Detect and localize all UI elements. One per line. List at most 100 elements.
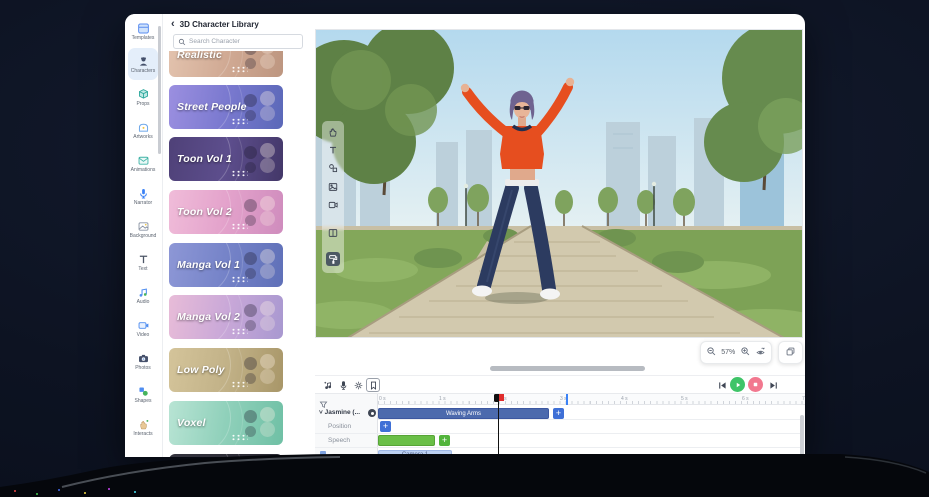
sidebar-item-label: Characters — [131, 69, 155, 74]
park-scene — [316, 30, 803, 338]
scene-viewport[interactable] — [315, 29, 803, 338]
ruler-label: 6 s — [742, 396, 749, 402]
sidebar-item-label: Props — [136, 102, 149, 107]
sidebar-item-animations[interactable]: Animations — [128, 147, 158, 179]
video-tool-icon[interactable] — [326, 198, 340, 212]
sidebar-item-narrator[interactable]: Narrator — [128, 180, 158, 212]
back-chevron-icon[interactable]: ‹ — [171, 19, 175, 29]
shapes-tool-icon[interactable] — [326, 161, 340, 175]
card-partial[interactable] — [169, 454, 283, 457]
zoom-in-icon[interactable] — [740, 344, 751, 362]
card-realistic[interactable]: Realistic — [169, 51, 283, 77]
play-button[interactable] — [730, 377, 745, 392]
sidebar-item-photos[interactable]: Photos — [128, 345, 158, 377]
search-input[interactable] — [189, 38, 298, 45]
sidebar-item-label: Artworks — [133, 135, 152, 140]
card-manga-vol-2[interactable]: Manga Vol 2 — [169, 295, 283, 339]
sidebar-item-label: Background — [130, 234, 157, 239]
zoom-bar: 57% — [700, 341, 772, 364]
snapshot-button[interactable] — [778, 341, 803, 364]
image-tool-icon[interactable] — [326, 180, 340, 194]
sidebar-item-label: Shapes — [135, 399, 152, 404]
dots-decoration — [231, 66, 248, 73]
templates-icon — [137, 22, 150, 35]
paint-tool-icon[interactable] — [326, 252, 340, 266]
panels-tool-icon[interactable] — [326, 226, 340, 240]
search-icon — [178, 33, 186, 51]
sidebar-item-artworks[interactable]: Artworks — [128, 114, 158, 146]
hide-ui-eye-icon[interactable] — [755, 344, 766, 362]
camera-track-icon — [320, 451, 326, 457]
dots-decoration — [231, 276, 248, 283]
sidebar-scrollbar[interactable] — [158, 26, 161, 154]
sidebar-item-background[interactable]: Background — [128, 213, 158, 245]
card-toon-vol-1[interactable]: Toon Vol 1 — [169, 137, 283, 181]
dots-decoration — [231, 118, 248, 125]
timeline-ruler[interactable]: 0 s 1 s 2 s 3 s 4 s 5 s 6 s 7 s — [378, 394, 805, 405]
clip-waving-arms[interactable]: Waving Arms — [378, 408, 549, 419]
animations-icon — [137, 154, 150, 167]
dots-decoration — [231, 434, 248, 441]
tool-sidebar: Templates Characters Props Artworks Anim… — [125, 14, 161, 457]
search-box[interactable] — [173, 34, 303, 49]
skip-forward-button[interactable] — [766, 378, 780, 392]
zoom-level[interactable]: 57% — [721, 349, 735, 356]
sidebar-item-label: Video — [137, 333, 150, 338]
add-speech-button[interactable]: + — [439, 435, 450, 446]
effects-sun-icon[interactable] — [351, 378, 365, 392]
hand-tool-icon[interactable] — [326, 125, 340, 139]
library-title: 3D Character Library — [180, 20, 259, 29]
sidebar-item-label: Animations — [131, 168, 156, 173]
dots-decoration — [231, 223, 248, 230]
ruler-label: 5 s — [681, 396, 688, 402]
sidebar-item-templates[interactable]: Templates — [128, 15, 158, 47]
sidebar-item-label: Audio — [137, 300, 150, 305]
zoom-out-icon[interactable] — [706, 344, 717, 362]
timeline-vscrollbar[interactable] — [800, 415, 804, 457]
clip-camera-1[interactable]: Camera 1 — [378, 450, 452, 457]
audio-icon — [137, 286, 150, 299]
sidebar-item-label: Text — [138, 267, 147, 272]
add-animation-button[interactable]: + — [553, 408, 564, 419]
microphone-icon[interactable] — [336, 378, 350, 392]
add-position-button[interactable]: + — [380, 421, 391, 432]
card-label: Street People — [177, 101, 247, 113]
sidebar-item-shapes[interactable]: Shapes — [128, 378, 158, 410]
sidebar-item-text[interactable]: Text — [128, 246, 158, 278]
shapes-icon — [137, 385, 150, 398]
characters-icon — [137, 55, 150, 68]
sidebar-item-interacts[interactable]: Interacts — [128, 411, 158, 443]
dots-decoration — [231, 328, 248, 335]
track-name-jasmine[interactable]: ˅ Jasmine (... — [319, 409, 360, 416]
ruler-label: 1 s — [439, 396, 446, 402]
track-name-position[interactable]: Position — [328, 423, 351, 430]
bookmark-icon[interactable] — [366, 378, 380, 392]
viewport-hscrollbar[interactable] — [490, 366, 645, 371]
playhead-grip[interactable] — [494, 394, 499, 402]
skip-back-button[interactable] — [715, 378, 729, 392]
sidebar-item-label: Templates — [132, 36, 155, 41]
track-toggle-icon[interactable] — [368, 409, 376, 417]
playhead[interactable] — [498, 394, 500, 457]
sidebar-item-props[interactable]: Props — [128, 81, 158, 113]
sidebar-item-video[interactable]: Video — [128, 312, 158, 344]
card-manga-vol-1[interactable]: Manga Vol 1 — [169, 243, 283, 287]
sidebar-item-characters[interactable]: Characters — [128, 48, 158, 80]
text-tool-icon[interactable] — [326, 143, 340, 157]
props-icon — [137, 88, 150, 101]
stop-button[interactable] — [748, 377, 763, 392]
clip-speech[interactable] — [378, 435, 435, 446]
library-header: ‹ 3D Character Library — [171, 19, 259, 29]
card-voxel[interactable]: Voxel — [169, 401, 283, 445]
dots-decoration — [231, 381, 248, 388]
track-name-speech[interactable]: Speech — [328, 437, 350, 444]
card-label: Manga Vol 1 — [177, 259, 240, 271]
card-toon-vol-2[interactable]: Toon Vol 2 — [169, 190, 283, 234]
add-audio-icon[interactable] — [321, 378, 335, 392]
card-low-poly[interactable]: Low Poly — [169, 348, 283, 392]
artworks-icon — [137, 121, 150, 134]
narrator-icon — [137, 187, 150, 200]
card-street-people[interactable]: Street People — [169, 85, 283, 129]
card-label: Low Poly — [177, 364, 225, 376]
sidebar-item-audio[interactable]: Audio — [128, 279, 158, 311]
